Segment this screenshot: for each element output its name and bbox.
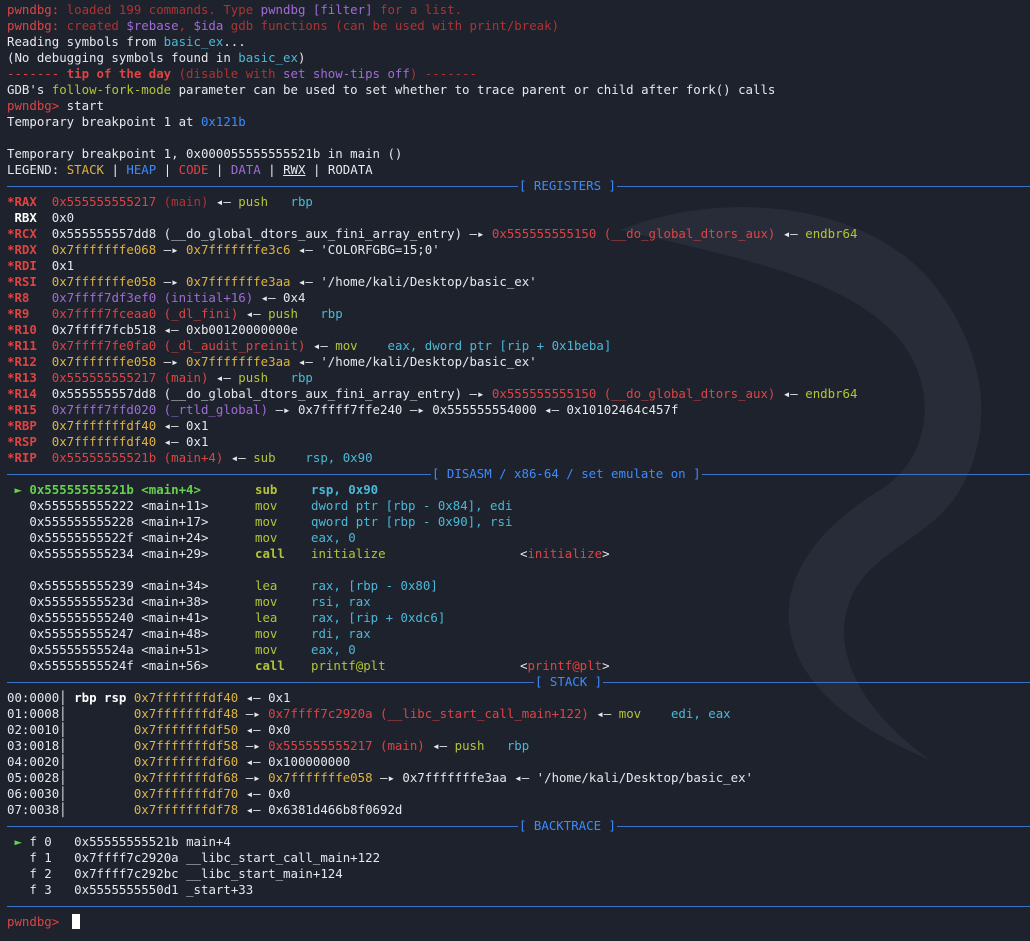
stack-row: 02:0010│ 0x7fffffffdf50 ◂— 0x0 <box>7 722 291 737</box>
stack-row: 01:0008│ 0x7fffffffdf48 —▸ 0x7ffff7c2920… <box>7 706 731 721</box>
register-rsi: *RSI 0x7fffffffe058 —▸ 0x7fffffffe3aa ◂—… <box>7 274 537 289</box>
disasm-line: 0x555555555240 <main+41> lea rax, [rip + 0… <box>29 610 446 625</box>
stack-row: 03:0018│ 0x7fffffffdf58 —▸ 0x55555555521… <box>7 738 530 753</box>
register-rdx: *RDX 0x7fffffffe068 —▸ 0x7fffffffe3c6 ◂—… <box>7 242 440 257</box>
backtrace-frame: ► f 0 0x55555555521b main+4 <box>7 834 231 849</box>
stack-row: 07:0038│ 0x7fffffffdf78 ◂— 0x6381d466b8f… <box>7 802 403 817</box>
disasm-line: 0x555555555228 <main+17> mov qword ptr [rb… <box>29 514 513 529</box>
disasm-line: 0x555555555222 <main+11> mov dword ptr [rb… <box>29 498 513 513</box>
backtrace-frame: f 3 0x5555555550d1 _start+33 <box>29 882 254 897</box>
backtrace-frame: f 1 0x7ffff7c2920a __libc_start_call_mai… <box>29 850 381 865</box>
register-r13: *R13 0x555555555217 (main) ◂— push rbp <box>7 370 313 385</box>
command-line: pwndbg> start <box>7 98 104 113</box>
register-rsp: *RSP 0x7fffffffdf40 ◂— 0x1 <box>7 434 209 449</box>
register-rax: *RAX 0x555555555217 (main) ◂— push rbp <box>7 194 313 209</box>
register-rbp: *RBP 0x7fffffffdf40 ◂— 0x1 <box>7 418 209 433</box>
stack-row: 05:0028│ 0x7fffffffdf68 —▸ 0x7fffffffe05… <box>7 770 753 785</box>
backtrace-separator: [ BACKTRACE ] <box>7 818 1030 834</box>
stack-row: 00:0000│ rbp rsp 0x7fffffffdf40 ◂— 0x1 <box>7 690 291 705</box>
disasm-line: 0x55555555524f <main+56> call printf@plt <p… <box>29 658 610 673</box>
output-line: Temporary breakpoint 1 at 0x121b <box>7 114 246 129</box>
disasm-line: 0x55555555524a <main+51> mov eax, 0 <box>29 642 356 657</box>
register-r15: *R15 0x7ffff7ffd020 (_rtld_global) —▸ 0x… <box>7 402 679 417</box>
register-r11: *R11 0x7ffff7fe0fa0 (_dl_audit_preinit) … <box>7 338 612 353</box>
output-line: pwndbg: created $rebase, $ida gdb functi… <box>7 18 560 33</box>
register-r14: *R14 0x555555557dd8 (__do_global_dtors_a… <box>7 386 858 401</box>
register-r8: *R8 0x7ffff7df3ef0 (initial+16) ◂— 0x4 <box>7 290 306 305</box>
stack-row: 04:0020│ 0x7fffffffdf60 ◂— 0x100000000 <box>7 754 351 769</box>
legend: LEGEND: STACK | HEAP | CODE | DATA | RWX… <box>7 162 373 177</box>
register-r12: *R12 0x7fffffffe058 —▸ 0x7fffffffe3aa ◂—… <box>7 354 537 369</box>
backtrace-frame: f 2 0x7ffff7c292bc __libc_start_main+124 <box>29 866 343 881</box>
register-r10: *R10 0x7ffff7fcb518 ◂— 0xb00120000000e <box>7 322 298 337</box>
bottom-separator <box>7 898 1030 914</box>
tip-header: ------- tip of the day (disable with set… <box>7 66 477 81</box>
prompt-line[interactable]: pwndbg> <box>7 914 59 930</box>
text-cursor[interactable] <box>72 914 80 929</box>
register-rbx: RBX 0x0 <box>7 210 75 225</box>
disasm-line: 0x555555555239 <main+34> lea rax, [rbp - 0… <box>29 578 438 593</box>
register-rip: *RIP 0x55555555521b (main+4) ◂— sub rsp,… <box>7 450 373 465</box>
output-line: Reading symbols from basic_ex... <box>7 34 246 49</box>
output-line: Temporary breakpoint 1, 0x00005555555552… <box>7 146 403 161</box>
terminal-window[interactable]: pwndbg: loaded 199 commands. Type pwndbg… <box>0 0 1030 941</box>
output-line: (No debugging symbols found in basic_ex) <box>7 50 306 65</box>
tip-text: GDB's follow-fork-mode parameter can be … <box>7 82 776 97</box>
registers-separator: [ REGISTERS ] <box>7 178 1030 194</box>
stack-row: 06:0030│ 0x7fffffffdf70 ◂— 0x0 <box>7 786 291 801</box>
output-line: pwndbg: loaded 199 commands. Type pwndbg… <box>7 2 463 17</box>
register-r9: *R9 0x7ffff7fceaa0 (_dl_fini) ◂— push rb… <box>7 306 343 321</box>
disasm-line: 0x55555555522f <main+24> mov eax, 0 <box>29 530 356 545</box>
register-rcx: *RCX 0x555555557dd8 (__do_global_dtors_a… <box>7 226 858 241</box>
disasm-line: 0x555555555247 <main+48> mov rdi, rax <box>29 626 371 641</box>
stack-separator: [ STACK ] <box>7 674 1030 690</box>
disasm-line: 0x555555555234 <main+29> call initialize <i… <box>29 546 610 561</box>
disasm-line: 0x55555555523d <main+38> mov rsi, rax <box>29 594 371 609</box>
register-rdi: *RDI 0x1 <box>7 258 75 273</box>
disasm-line-current: ► 0x55555555521b <main+4> sub rsp, 0x90 <box>7 482 379 497</box>
disasm-separator: [ DISASM / x86-64 / set emulate on ] <box>7 466 1030 482</box>
